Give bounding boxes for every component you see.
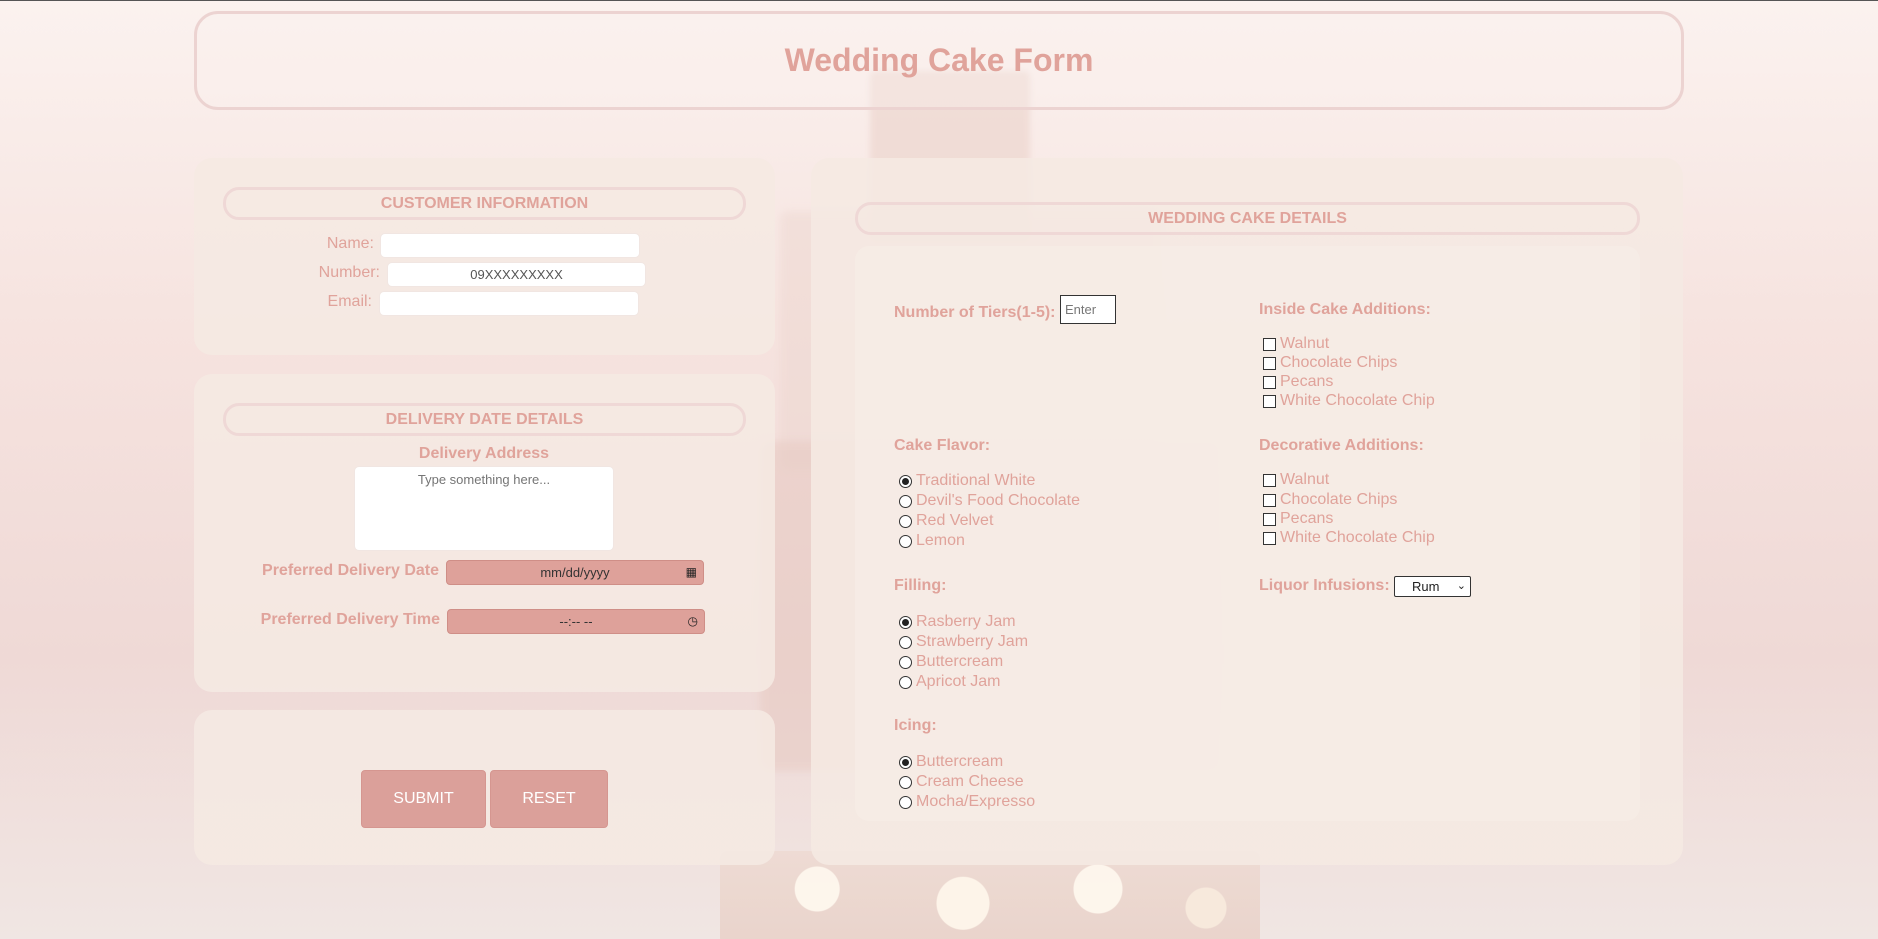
time-value: --:-- -- — [559, 614, 593, 629]
liquor-label: Liquor Infusions: — [1259, 577, 1390, 594]
flavor-option[interactable]: Red Velvet — [899, 511, 993, 531]
date-field[interactable]: mm/dd/yyyy ▦ — [446, 560, 704, 585]
decorative-addition-checkbox[interactable]: Walnut — [1263, 470, 1329, 490]
inside-addition-checkbox[interactable]: Chocolate Chips — [1263, 353, 1397, 373]
tiers-placeholder: Enter — [1065, 302, 1097, 317]
name-field[interactable] — [381, 234, 639, 257]
flavor-option[interactable]: Traditional White — [899, 471, 1035, 491]
address-label: Delivery Address — [418, 445, 550, 462]
flavor-option[interactable]: Lemon — [899, 531, 965, 551]
decorative-additions-title: Decorative Additions: — [1259, 437, 1424, 454]
tiers-input[interactable]: Enter — [1060, 295, 1116, 324]
tiers-label: Number of Tiers(1-5): — [894, 304, 1056, 321]
reset-button[interactable]: RESET — [490, 770, 608, 828]
liquor-select[interactable]: Rum ⌄ — [1394, 576, 1471, 597]
calendar-icon[interactable]: ▦ — [686, 565, 697, 579]
icing-option[interactable]: Mocha/Expresso — [899, 792, 1035, 812]
filling-option[interactable]: Buttercream — [899, 652, 1003, 672]
icing-option[interactable]: Buttercream — [899, 752, 1003, 772]
cake-heading: WEDDING CAKE DETAILS — [855, 202, 1640, 235]
filling-option[interactable]: Apricot Jam — [899, 672, 1000, 692]
inside-addition-checkbox[interactable]: Walnut — [1263, 334, 1329, 354]
filling-option[interactable]: Rasberry Jam — [899, 612, 1016, 632]
date-value: mm/dd/yyyy — [540, 565, 610, 580]
date-label: Preferred Delivery Date — [262, 562, 439, 579]
inside-addition-checkbox[interactable]: White Chocolate Chip — [1263, 391, 1435, 411]
clock-icon[interactable]: ◷ — [688, 614, 698, 628]
flavor-option[interactable]: Devil's Food Chocolate — [899, 491, 1080, 511]
cake-options-area — [855, 246, 1640, 821]
decorative-addition-checkbox[interactable]: Chocolate Chips — [1263, 490, 1397, 510]
icing-option[interactable]: Cream Cheese — [899, 772, 1024, 792]
name-label: Name: — [326, 235, 374, 252]
page-title: Wedding Cake Form — [784, 42, 1094, 78]
address-field[interactable] — [355, 467, 613, 550]
delivery-heading: DELIVERY DATE DETAILS — [223, 403, 746, 436]
number-field[interactable] — [388, 263, 645, 286]
decorative-addition-checkbox[interactable]: White Chocolate Chip — [1263, 528, 1435, 548]
title-banner: Wedding Cake Form — [194, 11, 1684, 110]
chevron-down-icon: ⌄ — [1456, 580, 1466, 592]
time-field[interactable]: --:-- -- ◷ — [447, 609, 705, 634]
customer-heading: CUSTOMER INFORMATION — [223, 187, 746, 220]
liquor-value: Rum — [1412, 579, 1440, 594]
decorative-addition-checkbox[interactable]: Pecans — [1263, 509, 1333, 529]
inside-additions-title: Inside Cake Additions: — [1259, 301, 1431, 318]
submit-button[interactable]: SUBMIT — [361, 770, 486, 828]
email-field[interactable] — [380, 292, 638, 315]
email-label: Email: — [327, 293, 372, 310]
icing-title: Icing: — [894, 717, 937, 734]
number-label: Number: — [318, 264, 380, 281]
inside-addition-checkbox[interactable]: Pecans — [1263, 372, 1333, 392]
time-label: Preferred Delivery Time — [260, 611, 440, 628]
filling-title: Filling: — [894, 577, 947, 594]
flavor-title: Cake Flavor: — [894, 437, 991, 454]
filling-option[interactable]: Strawberry Jam — [899, 632, 1028, 652]
